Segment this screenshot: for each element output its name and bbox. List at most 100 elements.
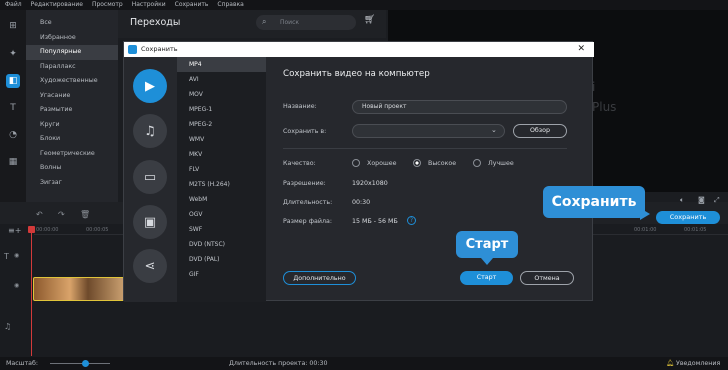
- format-item-m2ts[interactable]: M2TS (H.264): [177, 177, 266, 192]
- chevron-down-icon[interactable]: ⌄: [491, 126, 497, 134]
- save-path-field[interactable]: [352, 124, 505, 138]
- format-item-mpeg2[interactable]: MPEG-2: [177, 117, 266, 132]
- menu-edit[interactable]: Редактирование: [31, 0, 83, 10]
- format-item-mov[interactable]: MOV: [177, 87, 266, 102]
- project-duration: Длительность проекта: 00:30: [229, 360, 328, 367]
- quality-best-radio[interactable]: [473, 159, 481, 167]
- preview-ghost-text-2: Plus: [592, 100, 617, 114]
- status-bar: Масштаб: Длительность проекта: 00:30 🔔︎ …: [0, 357, 728, 370]
- video-clip[interactable]: [33, 277, 125, 301]
- sidebar-item-fade[interactable]: Угасание: [26, 89, 118, 104]
- playhead[interactable]: [31, 228, 32, 356]
- resolution-label: Разрешение:: [283, 180, 326, 187]
- advanced-button[interactable]: Дополнительно: [283, 271, 356, 285]
- format-item-webm[interactable]: WebM: [177, 192, 266, 207]
- help-icon[interactable]: ?: [407, 216, 416, 225]
- quality-high-label: Высокое: [428, 160, 457, 167]
- format-item-mkv[interactable]: MKV: [177, 147, 266, 162]
- quality-good-label: Хорошее: [367, 160, 397, 167]
- sidebar-item-all[interactable]: Все: [26, 16, 118, 31]
- format-item-mpeg1[interactable]: MPEG-1: [177, 102, 266, 117]
- cart-icon[interactable]: 🛒︎: [364, 15, 375, 25]
- ruler-tick: 00:01:00: [634, 227, 657, 233]
- sidebar-item-zigzag[interactable]: Зигзаг: [26, 176, 118, 191]
- quality-label: Качество:: [283, 160, 316, 167]
- sidebar-item-blur[interactable]: Размытие: [26, 103, 118, 118]
- sidebar-item-blocks[interactable]: Блоки: [26, 132, 118, 147]
- text-track-icon: T: [4, 252, 9, 261]
- format-item-ogv[interactable]: OGV: [177, 207, 266, 222]
- tv-export-icon[interactable]: ▣: [133, 205, 167, 239]
- menu-bar: Файл Редактирование Просмотр Настройки С…: [0, 0, 728, 10]
- bell-icon[interactable]: 🔔︎: [666, 357, 674, 370]
- redo-icon[interactable]: ↷: [58, 210, 65, 219]
- zoom-slider-thumb[interactable]: [82, 360, 89, 367]
- sidebar-item-favorites[interactable]: Избранное: [26, 31, 118, 46]
- audio-export-icon[interactable]: ♫: [133, 114, 167, 148]
- browse-button[interactable]: Обзор: [513, 124, 567, 138]
- search-icon: ⌕: [262, 17, 267, 26]
- divider: [283, 148, 567, 149]
- save-button[interactable]: Сохранить: [656, 211, 720, 224]
- sidebar-item-geometric[interactable]: Геометрические: [26, 147, 118, 162]
- add-track-icon[interactable]: ≡+: [8, 226, 21, 235]
- format-item-wmv[interactable]: WMV: [177, 132, 266, 147]
- trash-icon[interactable]: 🗑︎: [80, 210, 90, 219]
- format-item-avi[interactable]: AVI: [177, 72, 266, 87]
- format-item-swf[interactable]: SWF: [177, 222, 266, 237]
- start-button[interactable]: Старт: [460, 271, 513, 285]
- format-item-flv[interactable]: FLV: [177, 162, 266, 177]
- ruler-tick: 00:01:05: [684, 227, 707, 233]
- callout-pointer: [640, 208, 650, 220]
- share-icon[interactable]: ⋖: [133, 249, 167, 283]
- sidebar-item-artistic[interactable]: Художественные: [26, 74, 118, 89]
- dialog-heading: Сохранить видео на компьютер: [283, 69, 430, 79]
- menu-help[interactable]: Справка: [217, 0, 243, 10]
- format-item-gif[interactable]: GIF: [177, 267, 266, 282]
- dialog-title: Сохранить: [124, 42, 594, 57]
- format-item-mp4[interactable]: MP4: [177, 57, 266, 72]
- more-tools-icon[interactable]: ▦: [6, 155, 20, 169]
- transitions-category-list: Все Избранное Популярные Параллакс Худож…: [26, 10, 118, 202]
- notifications-link[interactable]: Уведомления: [676, 357, 720, 370]
- format-item-dvd-pal[interactable]: DVD (PAL): [177, 252, 266, 267]
- eye-icon[interactable]: ◉: [14, 252, 19, 259]
- page-title: Переходы: [130, 17, 181, 28]
- project-name-field[interactable]: Новый проект: [352, 100, 567, 114]
- volume-icon[interactable]: 🔈︎: [680, 196, 684, 205]
- titles-icon[interactable]: T: [6, 101, 20, 115]
- filesize-value: 15 МБ - 56 МБ: [352, 218, 398, 225]
- quality-high-radio[interactable]: [413, 159, 421, 167]
- video-export-icon[interactable]: ▶: [133, 69, 167, 103]
- magic-wand-icon[interactable]: ✦: [6, 47, 20, 61]
- zoom-slider[interactable]: [50, 363, 110, 364]
- menu-view[interactable]: Просмотр: [92, 0, 123, 10]
- format-item-dvd-ntsc[interactable]: DVD (NTSC): [177, 237, 266, 252]
- sidebar-item-parallax[interactable]: Параллакс: [26, 60, 118, 75]
- filesize-label: Размер файла:: [283, 218, 332, 225]
- menu-file[interactable]: Файл: [5, 0, 22, 10]
- close-icon[interactable]: ✕: [577, 42, 585, 57]
- music-track-icon: ♫: [4, 322, 12, 331]
- stickers-icon[interactable]: ◔: [6, 128, 20, 142]
- start-callout: Старт: [456, 231, 518, 258]
- fullscreen-icon[interactable]: ⤢: [714, 196, 720, 205]
- name-label: Название:: [283, 103, 317, 110]
- ruler-tick: 00:00:00: [36, 227, 59, 233]
- playhead-handle[interactable]: [28, 226, 35, 233]
- video-track-controls[interactable]: ◉: [14, 282, 19, 289]
- cancel-button[interactable]: Отмена: [520, 271, 574, 285]
- sidebar-item-waves[interactable]: Волны: [26, 161, 118, 176]
- menu-save[interactable]: Сохранить: [175, 0, 209, 10]
- sidebar-item-popular[interactable]: Популярные: [26, 45, 118, 60]
- transitions-icon[interactable]: ◧: [6, 74, 20, 88]
- menu-settings[interactable]: Настройки: [132, 0, 166, 10]
- import-icon[interactable]: ⊞: [6, 19, 20, 33]
- duration-value: 00:30: [352, 199, 371, 206]
- undo-icon[interactable]: ↶: [36, 210, 43, 219]
- quality-good-radio[interactable]: [352, 159, 360, 167]
- sidebar-item-circles[interactable]: Круги: [26, 118, 118, 133]
- snapshot-icon[interactable]: ◙: [698, 196, 705, 204]
- device-export-icon[interactable]: ▭: [133, 160, 167, 194]
- search-input[interactable]: Поиск: [256, 15, 356, 30]
